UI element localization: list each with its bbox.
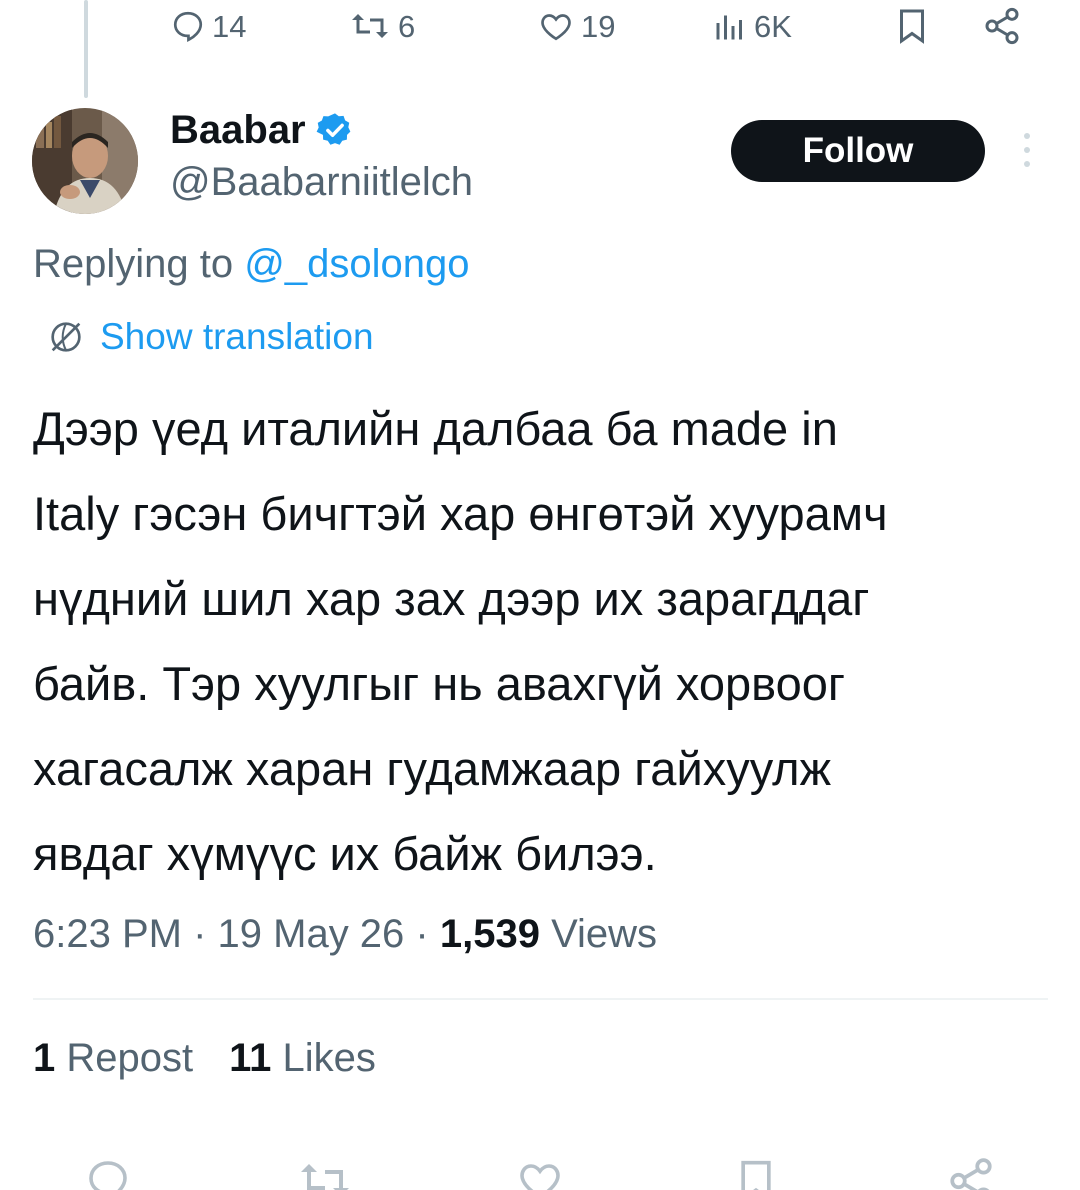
reposts-stat-label: Repost [55,1036,194,1080]
heart-icon [520,1164,560,1190]
tweet-text-line: хагасалж харан гудамжаар гайхуулж [33,742,832,795]
verified-badge-icon [316,113,350,145]
tweet-meta: 6:23 PM · 19 May 26 · 1,539 Views [33,912,657,957]
meta-separator: · [181,912,218,956]
repost-icon [301,1164,349,1190]
tweet-date[interactable]: 19 May 26 [218,912,405,956]
author-display-name[interactable]: Baabar [170,108,306,153]
likes-stat-count: 11 [229,1036,272,1080]
likes-stat[interactable]: 11 Likes [229,1036,376,1081]
avatar[interactable] [32,108,138,214]
views-icon [716,15,742,40]
reposts-stat[interactable]: 1 Repost [33,1036,193,1081]
follow-button[interactable]: Follow [731,120,985,182]
repost-icon [352,14,388,38]
author-handle[interactable]: @Baabarniitlelch [170,160,473,205]
tweet-text-line: нүдний шил хар зах дээр их зарагддаг [33,572,870,625]
reply-button[interactable] [84,1156,132,1190]
share-icon [950,1158,992,1190]
likes-stat-label: Likes [271,1036,376,1080]
more-vertical-icon [1024,133,1030,167]
bookmark-button[interactable] [734,1156,778,1190]
reply-icon [173,11,203,42]
reply-icon [89,1161,127,1190]
repost-action[interactable]: 6 [348,2,415,50]
tweet-text-line: Дээр үед италийн далбаа ба made in [33,402,838,455]
more-options-button[interactable] [1012,128,1042,172]
tweet-text-line: байв. Тэр хуулгыг нь авахгүй хорвоог [33,657,846,710]
tweet-stats: 1 Repost 11 Likes [33,1036,376,1081]
share-action[interactable] [982,2,1022,50]
reply-count: 14 [212,8,247,44]
share-icon [985,7,1019,45]
like-count: 19 [581,8,616,44]
bookmark-action[interactable] [894,2,930,50]
divider [33,998,1048,1000]
tweet-text: Дээр үед италийн далбаа ба made in Italy… [33,386,1053,896]
share-button[interactable] [946,1156,996,1190]
reply-action[interactable]: 14 [170,2,246,50]
tweet-text-line: Italy гэсэн бичгтэй хар өнгөтэй хуурамч [33,487,888,540]
views-action[interactable]: 6K [712,2,792,50]
globe-icon [51,322,81,352]
like-action[interactable]: 19 [537,2,615,50]
repost-button[interactable] [296,1156,354,1190]
like-button[interactable] [515,1156,565,1190]
tweet-time[interactable]: 6:23 PM [33,912,182,956]
tweet-text-line: явдаг хүмүүс их байж билээ. [33,827,657,880]
tweet-views-count[interactable]: 1,539 [440,912,540,956]
previous-tweet-action-bar: 14 6 19 6K [0,0,1080,56]
show-translation-label[interactable]: Show translation [100,316,374,358]
repost-count: 6 [398,8,416,44]
bookmark-icon [741,1160,771,1190]
show-translation-button[interactable]: Show translation [46,316,374,358]
meta-separator: · [404,912,440,956]
replying-prefix: Replying to [33,242,245,286]
tweet-action-bar [0,1150,1080,1190]
views-count: 6K [754,8,792,44]
bookmark-icon [900,9,924,44]
author-name-row[interactable]: Baabar [170,104,354,156]
reposts-stat-count: 1 [33,1036,56,1080]
replying-to: Replying to @_dsolongo [33,242,469,287]
heart-icon [541,14,571,41]
replying-mention-link[interactable]: @_dsolongo [244,242,469,286]
tweet-views-label[interactable]: Views [540,912,657,956]
